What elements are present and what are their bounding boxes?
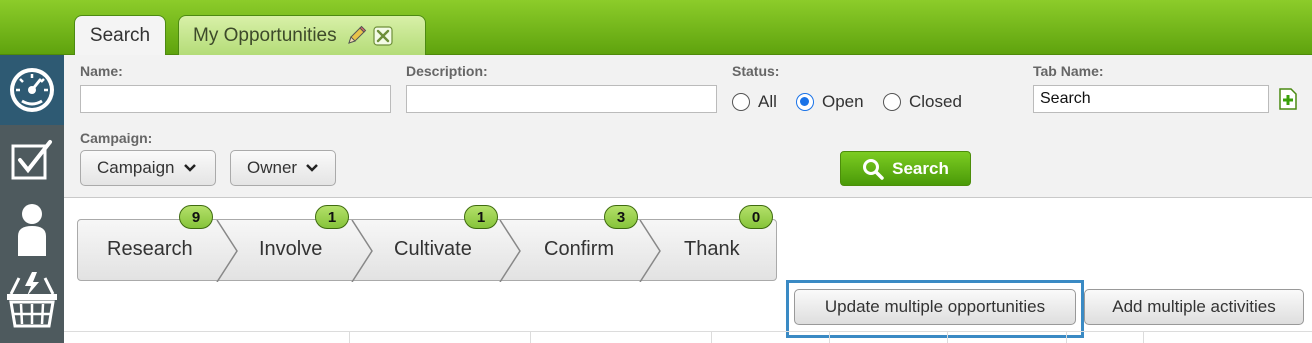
campaign-label: Campaign: <box>80 130 153 146</box>
basket-icon <box>7 272 57 328</box>
stage-involve[interactable]: Involve <box>259 238 322 261</box>
column-divider <box>530 332 531 343</box>
tab-name-input[interactable] <box>1033 85 1269 113</box>
stage-count-badge: 0 <box>739 205 773 229</box>
pencil-icon[interactable] <box>345 25 367 47</box>
pipeline-bar: Research Involve Cultivate Confirm Thank <box>77 219 777 282</box>
status-open-radio[interactable]: Open <box>796 92 864 112</box>
status-all-label: All <box>758 92 777 111</box>
filter-panel: Name: Description: Status: All Open Clos… <box>64 55 1312 198</box>
column-divider <box>1143 332 1144 343</box>
radio-all-circle[interactable] <box>732 93 750 111</box>
stage-thank[interactable]: Thank <box>684 238 740 261</box>
stage-count-badge: 3 <box>604 205 638 229</box>
nav-basket[interactable] <box>0 265 64 335</box>
stage-research[interactable]: Research <box>107 238 193 261</box>
left-nav <box>0 55 64 343</box>
tab-search-label: Search <box>89 25 151 46</box>
stage-separator <box>499 220 521 282</box>
stage-count-badge: 9 <box>179 205 213 229</box>
status-closed-radio[interactable]: Closed <box>883 92 962 112</box>
stage-separator <box>639 220 661 282</box>
name-label: Name: <box>80 63 123 79</box>
column-divider <box>349 332 350 343</box>
radio-open-circle[interactable] <box>796 93 814 111</box>
update-multiple-button[interactable]: Update multiple opportunities <box>794 289 1076 325</box>
description-input[interactable] <box>406 85 717 113</box>
campaign-dropdown-label: Campaign <box>97 158 175 177</box>
add-multiple-activities-button[interactable]: Add multiple activities <box>1084 289 1304 325</box>
stage-cultivate[interactable]: Cultivate <box>394 238 472 261</box>
status-open-label: Open <box>822 92 864 111</box>
column-divider <box>829 332 830 343</box>
campaign-dropdown[interactable]: Campaign <box>80 150 216 186</box>
description-label: Description: <box>406 63 488 79</box>
status-all-radio[interactable]: All <box>732 92 777 112</box>
status-label: Status: <box>732 63 780 79</box>
column-divider <box>711 332 712 343</box>
owner-dropdown[interactable]: Owner <box>230 150 336 186</box>
status-closed-label: Closed <box>909 92 962 111</box>
column-divider <box>947 332 948 343</box>
stage-separator <box>351 220 373 282</box>
tab-search[interactable]: Search <box>74 15 166 56</box>
table-header-line <box>64 331 1312 332</box>
column-divider <box>1066 332 1067 343</box>
tab-my-opportunities-label: My Opportunities <box>193 24 337 46</box>
nav-tasks[interactable] <box>0 125 64 195</box>
close-icon[interactable] <box>373 25 393 46</box>
tab-name-label: Tab Name: <box>1033 63 1104 79</box>
nav-contacts[interactable] <box>0 195 64 265</box>
search-button-label: Search <box>892 158 949 178</box>
radio-closed-circle[interactable] <box>883 93 901 111</box>
owner-dropdown-label: Owner <box>247 158 298 177</box>
add-tab-icon[interactable] <box>1278 88 1298 110</box>
nav-dashboard[interactable] <box>0 55 64 125</box>
chevron-down-icon <box>306 164 318 172</box>
stage-count-badge: 1 <box>464 205 498 229</box>
tab-my-opportunities[interactable]: My Opportunities <box>178 15 426 55</box>
stage-confirm[interactable]: Confirm <box>544 238 614 261</box>
search-button[interactable]: Search <box>840 151 971 186</box>
chevron-down-icon <box>183 164 196 172</box>
stage-separator <box>216 220 238 282</box>
dashboard-icon <box>10 68 54 112</box>
search-icon <box>863 158 884 180</box>
tasks-checkbox-icon <box>11 140 52 180</box>
stage-count-badge: 1 <box>315 205 349 229</box>
person-icon <box>18 204 46 256</box>
name-input[interactable] <box>80 85 391 113</box>
